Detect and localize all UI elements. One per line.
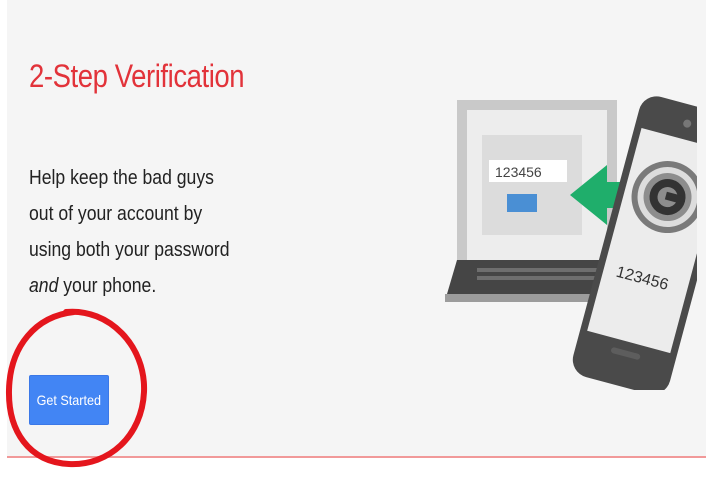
laptop-code-text: 123456	[495, 164, 542, 180]
description-part-1: Help keep the bad guys out of your accou…	[29, 167, 230, 261]
two-step-verification-panel: 2-Step Verification Help keep the bad gu…	[7, 0, 706, 456]
verification-illustration: 123456 123456	[445, 96, 697, 390]
description-part-2: your phone.	[58, 275, 157, 297]
get-started-button[interactable]: Get Started	[29, 375, 109, 425]
description-emphasis: and	[29, 275, 59, 297]
page-title: 2-Step Verification	[29, 58, 245, 94]
description-text: Help keep the bad guys out of your accou…	[29, 160, 240, 304]
get-started-label: Get Started	[36, 392, 102, 408]
section-divider	[7, 456, 706, 458]
